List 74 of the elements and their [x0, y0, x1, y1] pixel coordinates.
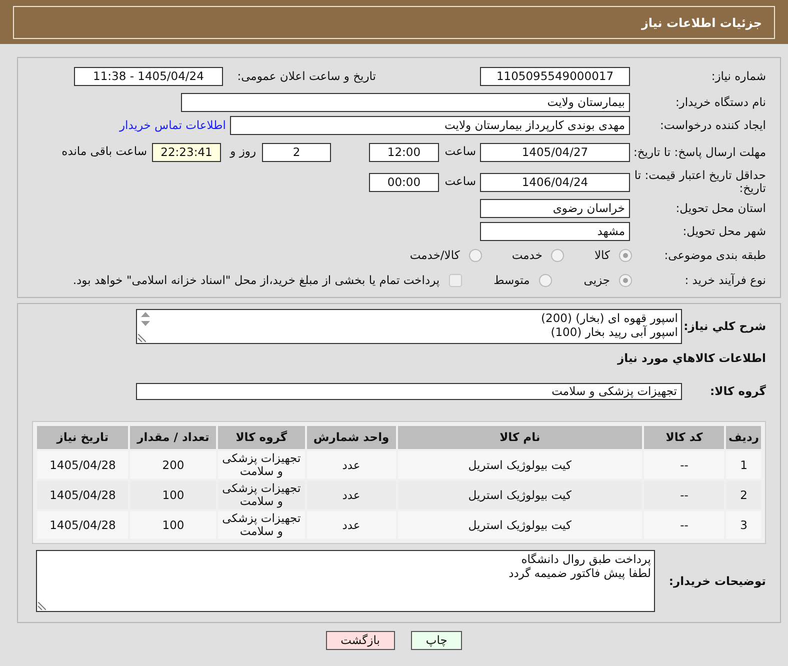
field-label: ساعت باقی مانده	[62, 143, 147, 160]
table-cell: کیت بیولوژیک استریل	[398, 481, 642, 510]
table-cell: عدد	[306, 511, 396, 540]
field-label: ساعت	[444, 143, 476, 160]
scroll-arrows-icon[interactable]	[141, 312, 150, 326]
field-label: ایجاد کننده درخواست:	[659, 119, 766, 132]
field-label: حداقل تاریخ اعتبار قیمت: تا تاریخ:	[633, 169, 766, 195]
table-cell: کیت بیولوژیک استریل	[398, 511, 642, 540]
table-cell: 1405/04/28	[37, 451, 128, 480]
text-field[interactable]: 12:00	[369, 142, 439, 162]
table-cell: 1405/04/28	[37, 511, 128, 540]
table-cell: --	[644, 451, 724, 480]
text-field[interactable]: 1406/04/24	[480, 172, 630, 192]
option-label: کالا/خدمت	[410, 246, 460, 264]
field-label: نوع فرآیند خرید :	[684, 274, 766, 287]
column-header: واحد شمارش	[306, 426, 396, 450]
field-label: استان محل تحویل:	[674, 202, 766, 215]
option-label: جزیی	[584, 272, 610, 289]
field-label: ساعت	[444, 173, 476, 190]
field-label: مهلت ارسال پاسخ: تا تاریخ:	[632, 146, 766, 158]
text-field[interactable]: 1405/04/24 - 11:38	[74, 67, 223, 86]
column-header: تاریخ نیاز	[37, 426, 128, 450]
text-field[interactable]: خراسان رضوی	[480, 199, 630, 218]
field-label: شماره نیاز:	[710, 70, 766, 83]
text-field[interactable]: 00:00	[369, 172, 439, 192]
back-button[interactable]: بازگشت	[326, 631, 395, 650]
table-cell: کیت بیولوژیک استریل	[398, 451, 642, 480]
column-header: گروه کالا	[218, 426, 305, 450]
text-field[interactable]: 1405/04/27	[480, 142, 630, 162]
resize-grip-icon[interactable]	[38, 602, 46, 610]
text-field[interactable]: 22:23:41	[152, 142, 221, 162]
table-cell: 100	[130, 511, 216, 540]
table-cell: 3	[726, 511, 761, 540]
text-field[interactable]: 2	[262, 142, 331, 162]
table-cell: 100	[130, 481, 216, 510]
table-cell: عدد	[306, 451, 396, 480]
table-cell: تجهیزات پزشکی و سلامت	[218, 481, 305, 510]
table-cell: 1405/04/28	[37, 481, 128, 510]
text-field[interactable]: مهدی بوندی کارپرداز بیمارستان ولایت	[230, 116, 630, 135]
column-header: ردیف	[726, 426, 761, 450]
text-field[interactable]: مشهد	[480, 222, 630, 241]
resize-grip-icon[interactable]	[138, 334, 146, 342]
column-header: تعداد / مقدار	[130, 426, 216, 450]
option-label: متوسط	[494, 272, 530, 289]
text-field[interactable]: بیمارستان ولایت	[181, 93, 630, 112]
table-cell: 1	[726, 451, 761, 480]
column-header: کد کالا	[644, 426, 724, 450]
description-field[interactable]: اسپور قهوه ای (بخار) (200) اسپور آبی رپید بخار (100)	[136, 309, 682, 344]
field-label: روز و	[228, 143, 256, 160]
field-label: طبقه بندی موضوعی:	[663, 249, 766, 262]
table-cell: تجهیزات پزشکی و سلامت	[218, 451, 305, 480]
field-label: نام دستگاه خریدار:	[674, 96, 766, 109]
page-title: جزئیات اطلاعات نیاز	[641, 14, 762, 32]
section-title: اطلاعات کالاهاي مورد نیاز	[618, 350, 766, 367]
table-cell: عدد	[306, 481, 396, 510]
option-label: کالا	[594, 246, 610, 264]
table-cell: --	[644, 511, 724, 540]
notes-field[interactable]: پرداخت طبق روال دانشگاه لطفا پیش فاکتور ضمیمه گردد	[36, 550, 655, 612]
field-label: شرح کلي نیاز:	[682, 320, 766, 333]
table-cell: --	[644, 481, 724, 510]
checkbox-label: پرداخت تمام یا بخشی از مبلغ خرید،از محل "اسناد خزانه اسلامی" خواهد بود.	[72, 272, 440, 289]
table-cell: تجهیزات پزشکی و سلامت	[218, 511, 305, 540]
field-label: توضیحات خریدار:	[668, 574, 766, 588]
field-label: گروه کالا:	[709, 385, 766, 398]
field-label: شهر محل تحویل:	[682, 225, 766, 238]
contact-link[interactable]: اطلاعات تماس خریدار	[119, 116, 226, 134]
option-label: خدمت	[512, 246, 542, 264]
text-field[interactable]: تجهیزات پزشکی و سلامت	[136, 383, 682, 400]
field-label: تاریخ و ساعت اعلان عمومی:	[236, 68, 376, 85]
table-cell: 200	[130, 451, 216, 480]
text-field[interactable]: 1105095549000017	[480, 67, 630, 86]
column-header: نام کالا	[398, 426, 642, 450]
print-button[interactable]: چاپ	[410, 631, 462, 650]
table-cell: 2	[726, 481, 761, 510]
